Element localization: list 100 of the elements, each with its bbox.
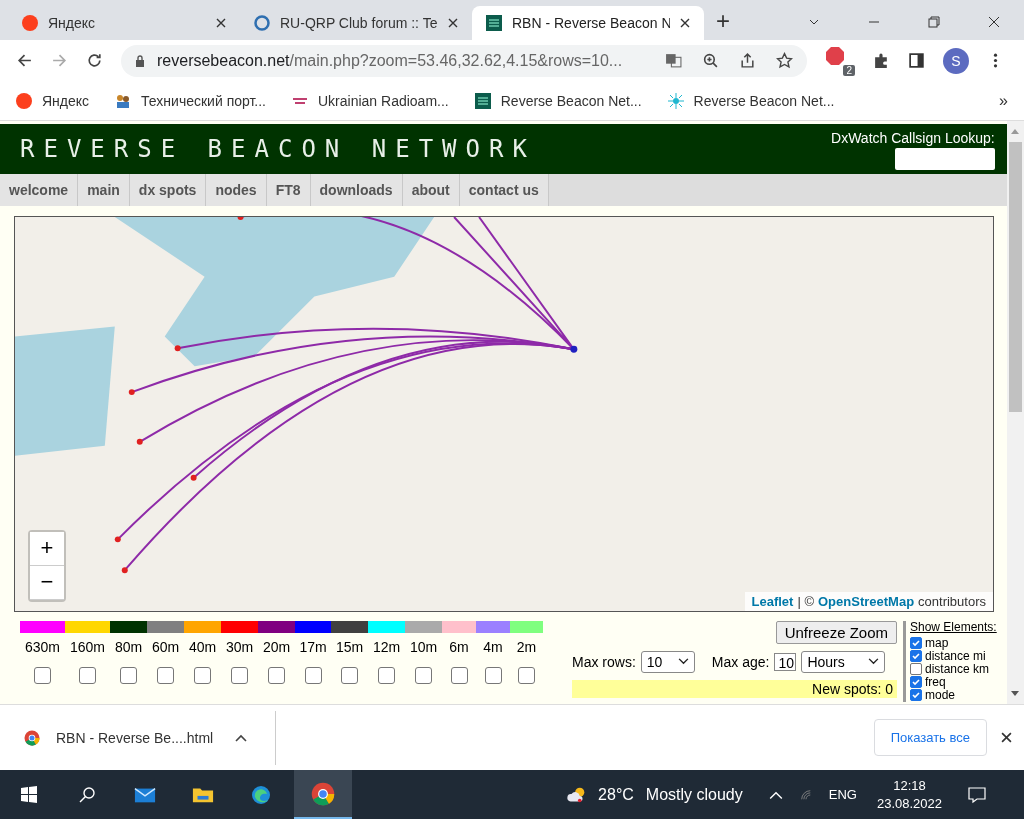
grid-icon [486,14,502,31]
new-spots-bar: New spots: 0 [572,679,897,698]
chevron-up-icon[interactable] [768,789,783,800]
nav-link[interactable]: nodes [206,173,267,206]
band-label: 4m [483,638,503,655]
clock-date[interactable]: 23.08.2022 [876,794,942,813]
band-label: 2m [516,638,537,655]
bookmark-item[interactable]: Ukrainian Radioam... [292,92,449,109]
band-checkbox[interactable] [415,666,432,684]
notification-icon[interactable] [966,784,988,805]
element-checkbox[interactable] [910,637,922,650]
band-label: 10m [409,638,438,655]
edge-browser-icon[interactable] [250,784,272,805]
language-indicator[interactable]: ENG [828,787,857,802]
chrome-taskbar-button[interactable] [294,770,352,819]
browser-tab[interactable]: Яндекс [8,5,240,40]
address-bar[interactable]: reversebeacon.net/main.php?zoom=53.46,32.62,4.15&rows=10... [121,44,807,77]
band-label: 6m [449,638,469,655]
band-label: 80m [114,638,143,655]
nav-link[interactable]: main [78,173,130,206]
count-badge: 2 [843,64,855,76]
band-label: 17m [299,638,327,655]
browser-tab[interactable]: RU-QRP Club forum :: Te [240,5,472,40]
band-checkbox[interactable] [157,666,174,684]
element-checkbox[interactable] [910,650,922,663]
download-item[interactable]: RBN - Reverse Be....html [24,710,277,765]
band-checkbox[interactable] [518,666,535,684]
caret-up-icon[interactable] [235,733,248,742]
side-panel-icon[interactable] [908,52,925,70]
age-unit-select[interactable]: Hours [801,650,886,673]
more-bookmarks-button[interactable]: » [999,91,1008,110]
browser-tab[interactable]: RBN - Reverse Beacon N [472,5,704,40]
show-all-button[interactable]: Показать все [873,719,987,757]
max-rows-label: Max rows: [572,653,636,670]
element-label: freq [925,675,946,689]
profile-avatar[interactable]: S [943,47,969,74]
bookmark-item[interactable]: Reverse Beacon Net... [474,92,642,109]
star-icon[interactable] [776,52,793,70]
element-checkbox[interactable] [910,676,922,689]
close-icon[interactable] [448,17,458,28]
max-age-input[interactable]: 10 [774,652,797,671]
close-icon[interactable] [988,15,1000,28]
yandex-icon [16,92,32,109]
scrollbar-thumb[interactable] [1008,141,1022,412]
close-icon[interactable] [216,17,226,28]
ad-block-extension-button[interactable]: 2 [825,45,855,76]
nav-link[interactable]: dx spots [129,173,207,206]
restore-icon[interactable] [928,15,940,28]
band-checkbox[interactable] [484,666,502,684]
share-icon[interactable] [739,52,756,70]
band-checkbox[interactable] [34,666,51,684]
max-rows-select[interactable]: 10 [640,650,695,673]
band-checkbox[interactable] [120,666,137,684]
new-tab-button[interactable]: + [710,5,736,36]
band-label: 30m [225,638,254,655]
leaflet-link[interactable]: Leaflet [751,593,794,609]
close-icon[interactable] [680,17,690,28]
puzzle-piece-icon[interactable] [873,52,890,70]
bookmark-item[interactable]: Яндекс [16,92,90,109]
sparkle-icon [667,92,684,109]
windows-start-icon[interactable] [18,784,40,805]
band-checkbox[interactable] [378,666,395,684]
band-checkbox[interactable] [341,666,358,684]
stop-sign-icon [825,45,845,66]
wifi-icon[interactable] [798,789,813,800]
band-label: 160m [70,638,105,655]
bookmark-item[interactable]: Reverse Beacon Net... [667,92,835,109]
element-checkbox[interactable] [910,663,922,676]
band-checkbox[interactable] [194,666,211,684]
band-checkbox[interactable] [450,666,468,684]
callsign-input[interactable] [894,147,995,170]
reload-icon[interactable] [86,52,103,70]
element-checkbox[interactable] [910,689,922,702]
clock-time[interactable]: 12:18 [893,776,926,795]
band-checkbox[interactable] [268,666,285,684]
unfreeze-zoom-button[interactable]: Unfreeze Zoom [775,620,897,644]
scroll-down-icon[interactable] [1011,691,1020,697]
chevron-down-icon [868,658,880,666]
openstreetmap-link[interactable]: OpenStreetMap [818,593,915,609]
max-age-label: Max age: [711,653,770,670]
attribution-separator: | © [797,593,814,609]
nav-link[interactable]: contact us [459,173,549,206]
zoom-icon[interactable] [702,52,719,70]
element-label: map [925,636,949,650]
nav-link[interactable]: welcome [0,173,79,206]
band-checkbox[interactable] [231,666,248,684]
band-checkbox[interactable] [304,666,322,684]
zoom-out-button[interactable]: − [30,565,64,600]
zoom-in-button[interactable]: + [30,531,64,566]
band-label: 40m [188,638,217,655]
nav-link[interactable]: about [402,173,460,206]
band-checkbox[interactable] [79,666,96,684]
bookmark-item[interactable]: Технический порт... [115,92,266,109]
nav-link[interactable]: downloads [310,173,403,206]
band-label: 630m [25,638,60,655]
close-icon[interactable] [1001,732,1012,744]
lookup-label: DxWatch Callsign Lookup: [831,129,995,146]
band-label: 60m [151,638,180,655]
chrome-icon [24,729,40,746]
element-label: distance km [925,662,990,676]
